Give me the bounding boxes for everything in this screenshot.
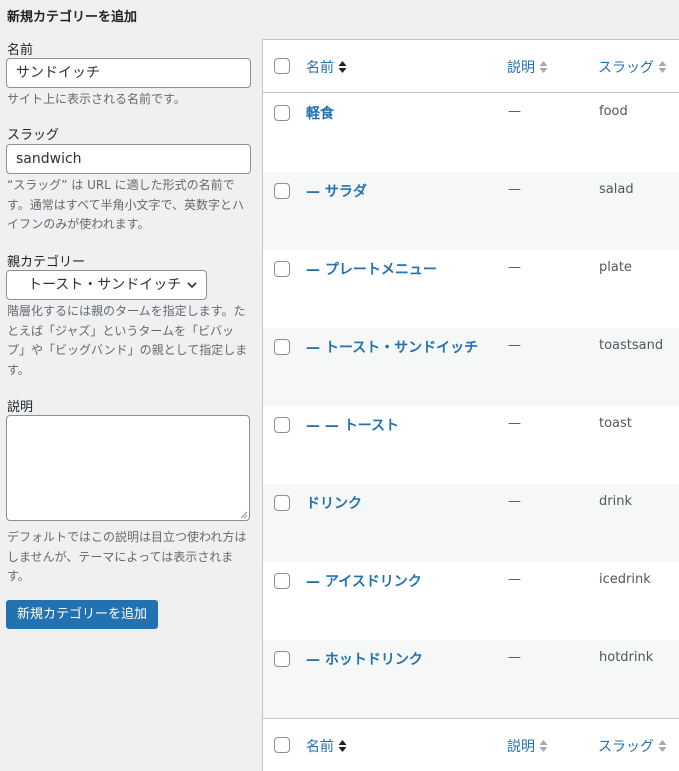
select-all-checkbox[interactable] (274, 58, 290, 74)
category-slug: drink (599, 494, 632, 509)
row-checkbox[interactable] (274, 105, 290, 121)
column-header-description-label: 説明 (507, 60, 535, 76)
name-label: 名前 (7, 43, 34, 58)
table-row: — — トースト — toast (263, 406, 679, 484)
table-row: — ホットドリンク — hotdrink (263, 640, 679, 718)
category-table: 名前 説明 スラッグ 軽食 — food — サラダ — salad — プレー… (262, 39, 679, 771)
sort-arrows-icon (539, 740, 548, 752)
slug-label: スラッグ (7, 128, 60, 143)
category-slug: hotdrink (599, 650, 654, 665)
category-description: — (508, 650, 521, 665)
column-header-name[interactable]: 名前 (306, 57, 347, 77)
category-name-link[interactable]: — プレートメニュー (306, 259, 437, 279)
row-checkbox[interactable] (274, 573, 290, 589)
description-label: 説明 (7, 400, 34, 415)
category-name-link[interactable]: — トースト・サンドイッチ (306, 337, 478, 357)
category-description: — (508, 182, 521, 197)
category-description: — (508, 416, 521, 431)
column-footer-description[interactable]: 説明 (507, 736, 548, 756)
sort-arrows-icon (658, 740, 667, 752)
column-footer-name[interactable]: 名前 (306, 736, 347, 756)
sort-arrows-icon (338, 740, 347, 752)
category-name-link[interactable]: — アイスドリンク (306, 571, 422, 591)
column-header-slug[interactable]: スラッグ (598, 57, 667, 77)
column-header-description[interactable]: 説明 (507, 57, 548, 77)
column-footer-slug[interactable]: スラッグ (598, 736, 667, 756)
resize-grip-icon[interactable] (239, 510, 248, 519)
column-footer-description-label: 説明 (507, 739, 535, 755)
table-row: — トースト・サンドイッチ — toastsand (263, 328, 679, 406)
row-checkbox[interactable] (274, 495, 290, 511)
category-slug: salad (599, 182, 634, 197)
description-textarea[interactable] (6, 415, 250, 521)
table-header: 名前 説明 スラッグ (263, 40, 679, 93)
description-help: デフォルトではこの説明は目立つ使われ方はしませんが、テーマによっては表示されます… (7, 530, 247, 583)
sort-arrows-icon (539, 61, 548, 73)
table-row: — サラダ — salad (263, 172, 679, 250)
chevron-down-icon (187, 282, 197, 289)
add-category-button[interactable]: 新規カテゴリーを追加 (6, 600, 158, 629)
category-description: — (508, 572, 521, 587)
row-checkbox[interactable] (274, 261, 290, 277)
row-checkbox[interactable] (274, 651, 290, 667)
category-name-link[interactable]: — サラダ (306, 181, 367, 201)
slug-input[interactable]: sandwich (6, 144, 251, 174)
table-row: — アイスドリンク — icedrink (263, 562, 679, 640)
column-footer-name-label: 名前 (306, 739, 334, 755)
category-slug: toast (599, 416, 632, 431)
category-description: — (508, 494, 521, 509)
table-footer: 名前 説明 スラッグ (263, 718, 679, 771)
table-row: — プレートメニュー — plate (263, 250, 679, 328)
category-name-link[interactable]: 軽食 (306, 103, 334, 123)
category-description: — (508, 338, 521, 353)
category-slug: icedrink (599, 572, 651, 587)
parent-category-select[interactable]: トースト・サンドイッチ (6, 270, 207, 300)
category-description: — (508, 260, 521, 275)
sort-arrows-icon (658, 61, 667, 73)
table-row: ドリンク — drink (263, 484, 679, 562)
category-name-link[interactable]: — ホットドリンク (306, 649, 423, 669)
category-slug: toastsand (599, 338, 664, 353)
sort-arrows-icon (338, 61, 347, 73)
slug-description: “スラッグ” は URL に適した形式の名前です。通常はすべて半角小文字で、英数… (7, 178, 245, 231)
column-header-name-label: 名前 (306, 60, 334, 76)
select-all-checkbox-footer[interactable] (274, 737, 290, 753)
add-category-form: 新規カテゴリーを追加 名前 サンドイッチ サイト上に表示される名前です。 スラッ… (0, 0, 262, 771)
category-name-link[interactable]: — — トースト (306, 415, 399, 435)
category-description: — (508, 104, 521, 119)
parent-category-value: トースト・サンドイッチ (28, 277, 182, 293)
parent-category-description: 階層化するには親のタームを指定します。たとえば「ジャズ」というタームを「ビバップ… (7, 304, 248, 377)
column-header-slug-label: スラッグ (598, 60, 654, 76)
category-slug: food (599, 104, 628, 119)
column-footer-slug-label: スラッグ (598, 739, 654, 755)
row-checkbox[interactable] (274, 339, 290, 355)
parent-category-label: 親カテゴリー (7, 255, 86, 270)
name-description: サイト上に表示される名前です。 (7, 92, 186, 106)
row-checkbox[interactable] (274, 417, 290, 433)
name-input[interactable]: サンドイッチ (6, 58, 251, 88)
category-slug: plate (599, 260, 632, 275)
category-name-link[interactable]: ドリンク (306, 493, 362, 513)
table-row: 軽食 — food (263, 94, 679, 172)
row-checkbox[interactable] (274, 183, 290, 199)
form-heading: 新規カテゴリーを追加 (7, 10, 138, 25)
